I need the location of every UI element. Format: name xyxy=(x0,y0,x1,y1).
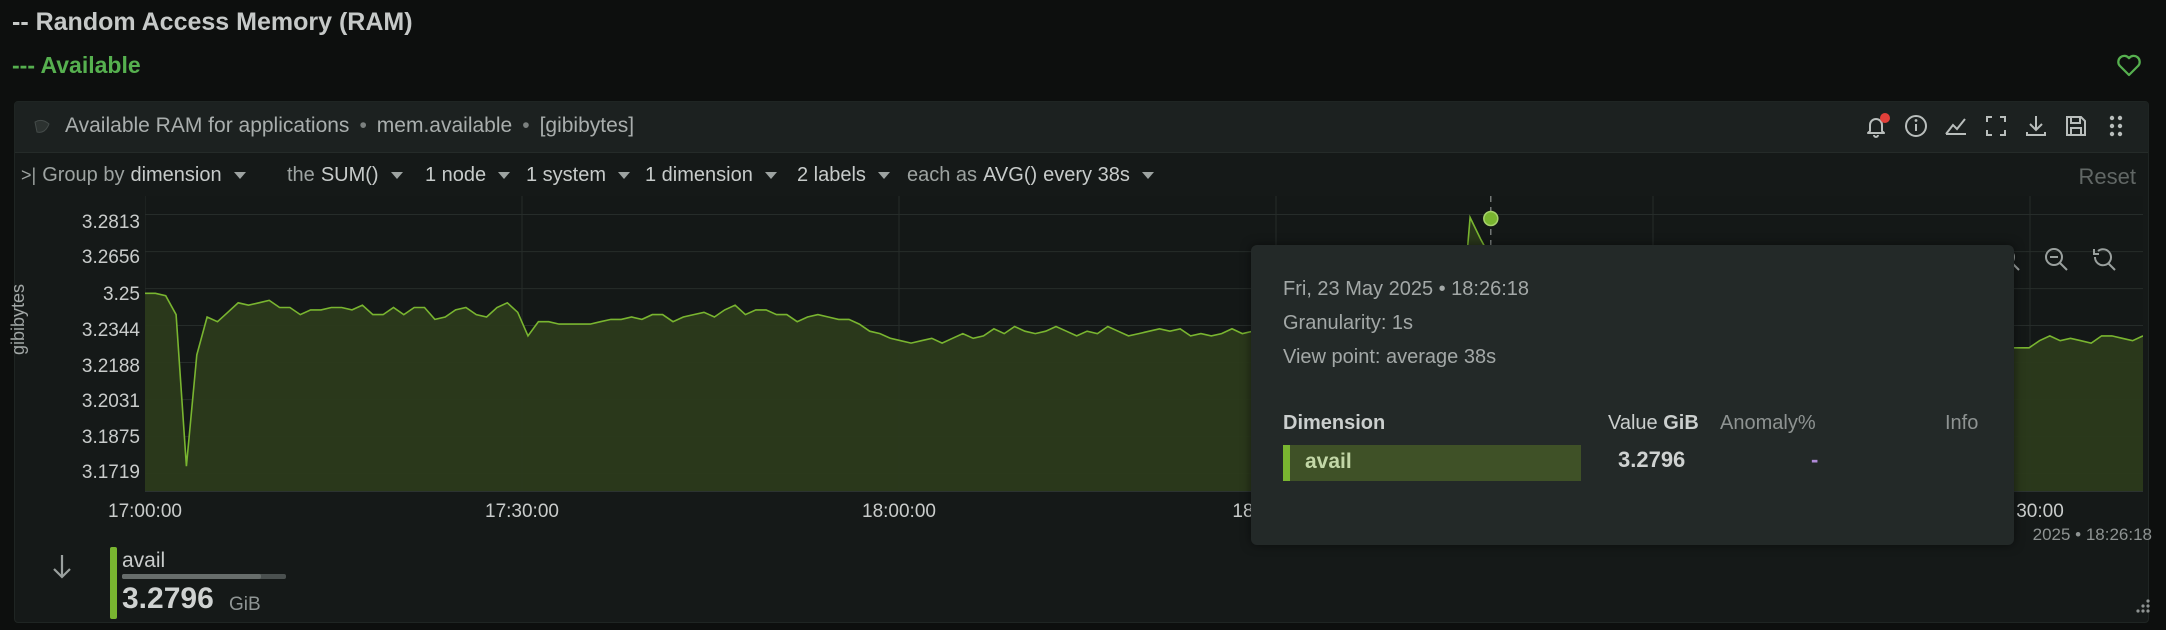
chevron-down-icon xyxy=(390,172,403,179)
y-tick: 3.1875 xyxy=(81,427,140,448)
chevron-down-icon xyxy=(877,172,890,179)
x-tick: 17:30:00 xyxy=(485,501,559,522)
time-aggregation-dropdown[interactable]: each as AVG() every 38s xyxy=(907,164,1154,187)
dimensions-value: 1 dimension xyxy=(645,164,753,186)
tooltip-dimension-bar: avail xyxy=(1283,445,1581,481)
chart-header: Available RAM for applications • mem.avail… xyxy=(15,102,2148,153)
section-title: -- Random Access Memory (RAM) xyxy=(12,8,413,36)
chart-toolbar xyxy=(1862,112,2130,140)
x-tick: 18:00:00 xyxy=(862,501,936,522)
labels-dropdown[interactable]: 2 labels xyxy=(797,164,890,187)
tooltip-anomaly-value: - xyxy=(1811,447,1819,472)
nodes-dropdown[interactable]: 1 node xyxy=(425,164,511,187)
time-agg-interval: every 38s xyxy=(1043,164,1130,186)
tooltip-col-dimension: Dimension xyxy=(1283,412,1386,434)
alert-bell-icon[interactable] xyxy=(1862,112,1890,140)
legend-bar xyxy=(122,574,286,579)
reset-button[interactable]: Reset xyxy=(2079,164,2136,190)
labels-value: 2 labels xyxy=(797,164,866,186)
title-separator: • xyxy=(359,114,367,137)
aggregation-dropdown[interactable]: the SUM() xyxy=(287,164,403,187)
aggregation-value: SUM() xyxy=(320,164,379,186)
heart-icon[interactable] xyxy=(2114,50,2144,80)
fullscreen-icon[interactable] xyxy=(1982,112,2010,140)
tooltip-granularity: Granularity: 1s xyxy=(1283,312,1414,334)
chevron-down-icon xyxy=(498,172,511,179)
chart-title: Available RAM for applications • mem.avail… xyxy=(65,114,634,138)
chart-tooltip: Fri, 23 May 2025 • 18:26:18 Granularity:… xyxy=(1251,245,2014,545)
chevron-down-icon xyxy=(233,172,246,179)
info-icon[interactable] xyxy=(1902,112,1930,140)
y-tick: 3.2813 xyxy=(81,212,140,233)
aggregation-prefix: the xyxy=(287,164,315,186)
zoom-reset-icon[interactable] xyxy=(2089,244,2119,274)
legend-unit: GiB xyxy=(229,594,261,615)
group-by-value: dimension xyxy=(130,164,222,186)
y-tick: 3.25 xyxy=(103,284,140,305)
tooltip-col-value: Value GiB xyxy=(1608,412,1699,435)
tooltip-col-anomaly: Anomaly% xyxy=(1720,412,1816,434)
tooltip-col-value-unit: GiB xyxy=(1663,412,1699,434)
legend-color-strip xyxy=(110,547,117,619)
x-tick: 17:00:00 xyxy=(108,501,182,522)
save-icon[interactable] xyxy=(2062,112,2090,140)
legend-bar-fill xyxy=(122,574,262,579)
arrow-down-icon[interactable] xyxy=(50,551,74,583)
tooltip-view-point: View point: average 38s xyxy=(1283,346,1497,368)
chevron-down-icon xyxy=(618,172,631,179)
time-agg-prefix: each as xyxy=(907,164,978,186)
legend-value: 3.2796 xyxy=(122,582,214,615)
y-tick: 3.1719 xyxy=(81,462,140,483)
systems-value: 1 system xyxy=(526,164,607,186)
tooltip-dimension-name: avail xyxy=(1305,450,1352,473)
y-tick: 3.2344 xyxy=(81,320,140,341)
x-tick: 30:00 xyxy=(2016,501,2064,522)
y-tick: 3.2188 xyxy=(81,356,140,377)
chevron-down-icon xyxy=(1141,172,1154,179)
collapse-icon[interactable]: >| xyxy=(21,165,36,186)
tooltip-col-value-label: Value xyxy=(1608,412,1658,434)
dimensions-dropdown[interactable]: 1 dimension xyxy=(645,164,777,187)
subsection-title: --- Available xyxy=(12,52,141,78)
title-separator: • xyxy=(522,114,530,137)
y-tick: 3.2031 xyxy=(81,391,140,412)
chart-units: [gibibytes] xyxy=(539,114,635,137)
timestamp-footer: 2025 • 18:26:18 xyxy=(2032,525,2152,544)
zoom-out-icon[interactable] xyxy=(2041,244,2071,274)
tooltip-date: Fri, 23 May 2025 • 18:26:18 xyxy=(1283,278,1530,300)
chart-type-icon[interactable] xyxy=(1942,112,1970,140)
tooltip-dimension-value: 3.2796 xyxy=(1618,447,1686,472)
y-tick: 3.2656 xyxy=(81,247,140,268)
nodes-value: 1 node xyxy=(425,164,487,186)
tooltip-col-info: Info xyxy=(1945,412,1979,434)
download-icon[interactable] xyxy=(2022,112,2050,140)
chart-title-text: Available RAM for applications xyxy=(65,114,350,137)
systems-dropdown[interactable]: 1 system xyxy=(526,164,631,187)
group-by-bar: >| Group by dimension the SUM() 1 node 1… xyxy=(15,160,2148,194)
legend-dimension-name[interactable]: avail xyxy=(122,549,165,573)
time-agg-value: AVG() xyxy=(983,164,1038,186)
chart-context: mem.available xyxy=(376,114,513,137)
group-by-dropdown[interactable]: >| Group by dimension xyxy=(21,164,246,187)
chart-status-icon xyxy=(34,119,50,133)
alert-indicator xyxy=(1880,113,1890,123)
drag-grip-icon[interactable] xyxy=(2102,112,2130,140)
chevron-down-icon xyxy=(764,172,777,179)
hover-point xyxy=(1483,210,1499,227)
group-by-label: Group by xyxy=(42,164,125,186)
resize-handle-icon[interactable] xyxy=(2132,597,2152,617)
